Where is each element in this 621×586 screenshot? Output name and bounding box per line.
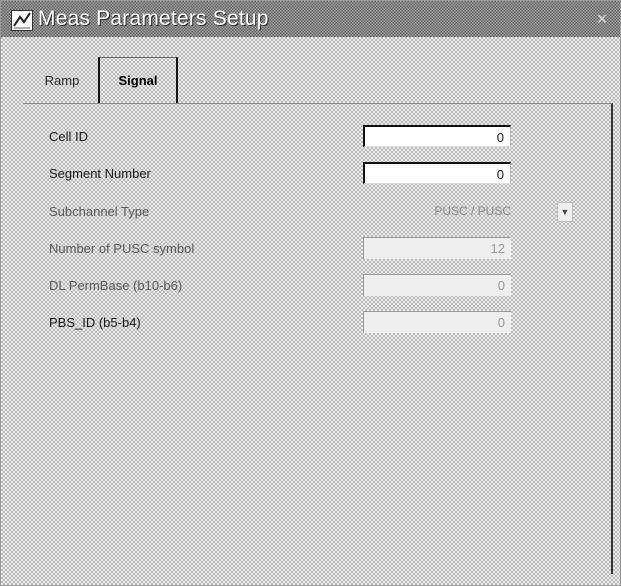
tab-signal[interactable]: Signal [98, 57, 178, 104]
segment-number-row: Segment Number 0 [23, 162, 611, 188]
segment-number-label: Segment Number [49, 166, 151, 181]
meas-parameters-setup-window: Meas Parameters Setup × Ramp Signal Cell… [0, 0, 621, 586]
cell-id-input[interactable]: 0 [363, 125, 511, 147]
pusc-symbols-row: Number of PUSC symbol 12 [23, 237, 611, 263]
chevron-down-icon[interactable]: ▼ [557, 202, 573, 222]
pbs-id-input[interactable]: 0 [363, 311, 511, 333]
dl-permbase-label: DL PermBase (b10-b6) [49, 278, 183, 293]
signal-tab-panel: Cell ID 0 Segment Number 0 Subchannel Ty… [23, 103, 613, 574]
subchannel-type-label: Subchannel Type [49, 204, 150, 219]
title-bar[interactable]: Meas Parameters Setup × [1, 1, 620, 37]
segment-number-input[interactable]: 0 [363, 162, 511, 184]
close-icon[interactable]: × [592, 9, 612, 29]
pbs-id-label: PBS_ID (b5-b4) [49, 315, 141, 330]
dl-permbase-input[interactable]: 0 [363, 274, 511, 296]
window-title: Meas Parameters Setup [38, 7, 269, 30]
pusc-symbols-label: Number of PUSC symbol [49, 241, 195, 256]
tab-ramp[interactable]: Ramp [27, 59, 97, 103]
pusc-symbols-input[interactable]: 12 [363, 237, 511, 259]
pbs-id-row: PBS_ID (b5-b4) 0 [23, 311, 611, 337]
subchannel-type-select[interactable]: PUSC / PUSC ▼ [363, 200, 573, 224]
app-logo-icon [11, 10, 33, 31]
cell-id-row: Cell ID 0 [23, 125, 611, 151]
subchannel-type-row: Subchannel Type PUSC / PUSC ▼ [23, 200, 611, 226]
cell-id-label: Cell ID [49, 129, 89, 144]
subchannel-type-value: PUSC / PUSC [434, 204, 511, 218]
dl-permbase-row: DL PermBase (b10-b6) 0 [23, 274, 611, 300]
